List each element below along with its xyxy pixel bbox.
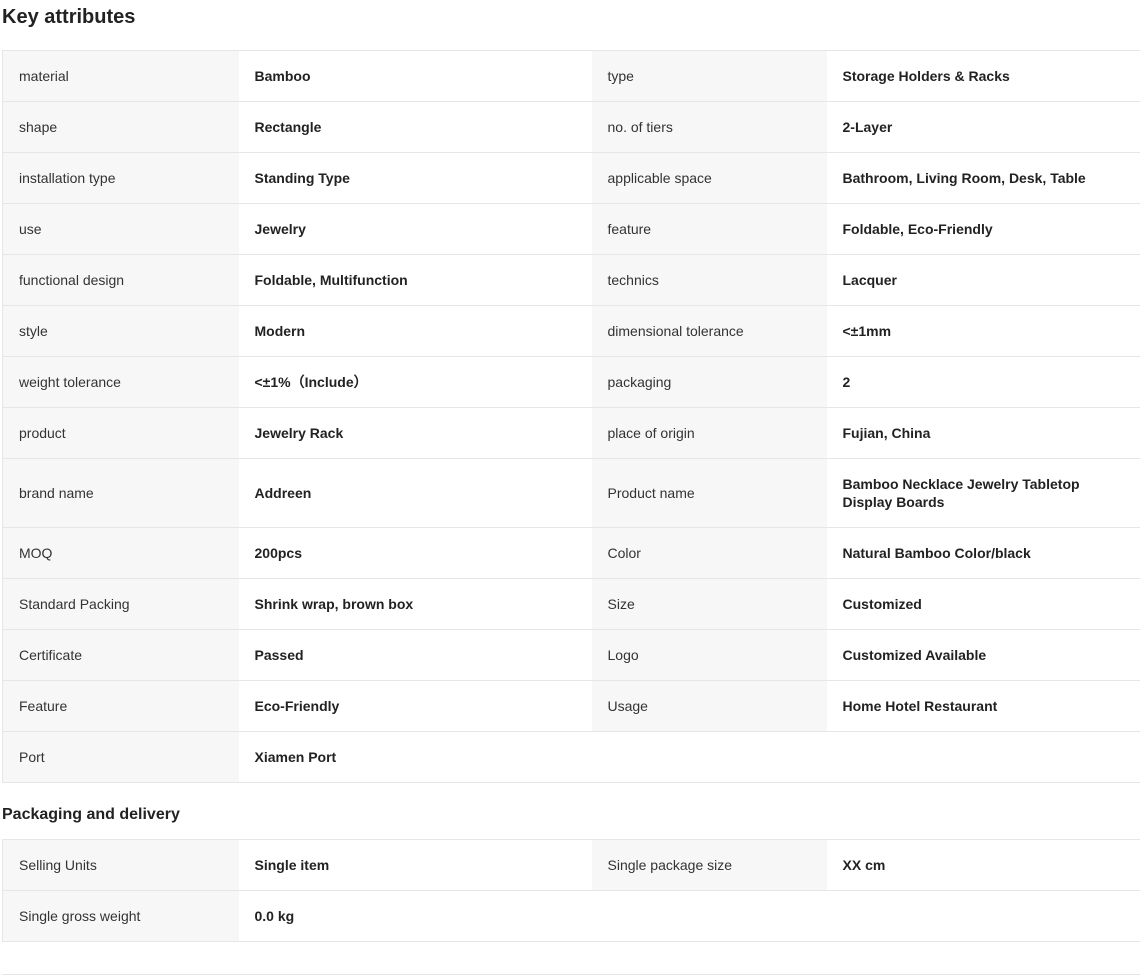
- attribute-value: Single item: [238, 839, 592, 891]
- attribute-row: brand name Addreen Product name Bamboo Neck…: [2, 458, 1140, 528]
- attribute-row: use Jewelry feature Foldable, Eco-Friendly: [2, 203, 1140, 255]
- attribute-row: product Jewelry Rack place of origin Fujian…: [2, 407, 1140, 459]
- empty-cell: [826, 731, 1140, 783]
- attribute-value: Fujian, China: [826, 407, 1140, 459]
- attribute-label: no. of tiers: [591, 101, 827, 153]
- packaging-delivery-table: Selling Units Single item Single package s…: [2, 839, 1140, 942]
- attribute-label: use: [2, 203, 239, 255]
- attribute-label: brand name: [2, 458, 239, 528]
- attribute-value: Home Hotel Restaurant: [826, 680, 1140, 732]
- key-attributes-table: material Bamboo type Storage Holders & Rack…: [2, 50, 1140, 783]
- attribute-label: Logo: [591, 629, 827, 681]
- attribute-row: functional design Foldable, Multifunction…: [2, 254, 1140, 306]
- attribute-label: weight tolerance: [2, 356, 239, 408]
- attribute-value: <±1mm: [826, 305, 1140, 357]
- attribute-label: Usage: [591, 680, 827, 732]
- attribute-value: Bamboo Necklace Jewelry Tabletop Display…: [826, 458, 1140, 528]
- attribute-row: Single gross weight 0.0 kg: [2, 890, 1140, 942]
- attribute-row: Port Xiamen Port: [2, 731, 1140, 783]
- attribute-label: Color: [591, 527, 827, 579]
- empty-cell: [591, 731, 827, 783]
- attribute-label: Standard Packing: [2, 578, 239, 630]
- attribute-row: style Modern dimensional tolerance <±1mm: [2, 305, 1140, 357]
- attribute-label: style: [2, 305, 239, 357]
- attribute-row: Selling Units Single item Single package s…: [2, 839, 1140, 891]
- attribute-value: Eco-Friendly: [238, 680, 592, 732]
- attribute-value: Bamboo: [238, 50, 592, 102]
- bottom-divider: [2, 974, 1140, 975]
- attribute-value: Foldable, Eco-Friendly: [826, 203, 1140, 255]
- attribute-label: technics: [591, 254, 827, 306]
- attribute-row: shape Rectangle no. of tiers 2-Layer: [2, 101, 1140, 153]
- attribute-label: Size: [591, 578, 827, 630]
- attribute-row: Feature Eco-Friendly Usage Home Hotel Resta…: [2, 680, 1140, 732]
- attribute-label: place of origin: [591, 407, 827, 459]
- attribute-row: installation type Standing Type applicable…: [2, 152, 1140, 204]
- attribute-value: 2: [826, 356, 1140, 408]
- attribute-value: Jewelry: [238, 203, 592, 255]
- attribute-value: Natural Bamboo Color/black: [826, 527, 1140, 579]
- attribute-label: Selling Units: [2, 839, 239, 891]
- attribute-label: Port: [2, 731, 239, 783]
- attribute-label: material: [2, 50, 239, 102]
- attribute-value: <±1%（Include）: [238, 356, 592, 408]
- attribute-value: 0.0 kg: [238, 890, 592, 942]
- attribute-label: installation type: [2, 152, 239, 204]
- attribute-label: MOQ: [2, 527, 239, 579]
- attribute-label: packaging: [591, 356, 827, 408]
- attribute-value: Lacquer: [826, 254, 1140, 306]
- attribute-value: Modern: [238, 305, 592, 357]
- empty-cell: [826, 890, 1140, 942]
- attribute-label: Product name: [591, 458, 827, 528]
- attribute-value: Customized: [826, 578, 1140, 630]
- attribute-row: weight tolerance <±1%（Include） packaging 2: [2, 356, 1140, 408]
- attribute-value: Passed: [238, 629, 592, 681]
- attribute-value: Xiamen Port: [238, 731, 592, 783]
- attribute-row: Standard Packing Shrink wrap, brown box Si…: [2, 578, 1140, 630]
- attribute-label: Feature: [2, 680, 239, 732]
- attribute-value: Customized Available: [826, 629, 1140, 681]
- empty-cell: [591, 890, 827, 942]
- attribute-label: functional design: [2, 254, 239, 306]
- attribute-row: material Bamboo type Storage Holders & Rack…: [2, 50, 1140, 102]
- attribute-label: shape: [2, 101, 239, 153]
- attribute-row: Certificate Passed Logo Customized Availabl…: [2, 629, 1140, 681]
- attribute-value: Storage Holders & Racks: [826, 50, 1140, 102]
- attribute-label: product: [2, 407, 239, 459]
- packaging-delivery-title: Packaging and delivery: [2, 806, 180, 823]
- attribute-label: applicable space: [591, 152, 827, 204]
- attribute-value: Jewelry Rack: [238, 407, 592, 459]
- attribute-value: Addreen: [238, 458, 592, 528]
- attribute-value: Standing Type: [238, 152, 592, 204]
- attribute-value: Bathroom, Living Room, Desk, Table: [826, 152, 1140, 204]
- attribute-value: XX cm: [826, 839, 1140, 891]
- attribute-value: Foldable, Multifunction: [238, 254, 592, 306]
- attribute-label: feature: [591, 203, 827, 255]
- attribute-label: Certificate: [2, 629, 239, 681]
- attribute-value: 200pcs: [238, 527, 592, 579]
- attribute-label: Single package size: [591, 839, 827, 891]
- attribute-label: type: [591, 50, 827, 102]
- attribute-value: Shrink wrap, brown box: [238, 578, 592, 630]
- attribute-value: Rectangle: [238, 101, 592, 153]
- attribute-label: Single gross weight: [2, 890, 239, 942]
- attribute-value: 2-Layer: [826, 101, 1140, 153]
- attribute-label: dimensional tolerance: [591, 305, 827, 357]
- key-attributes-title: Key attributes: [2, 6, 136, 28]
- attribute-row: MOQ 200pcs Color Natural Bamboo Color/black: [2, 527, 1140, 579]
